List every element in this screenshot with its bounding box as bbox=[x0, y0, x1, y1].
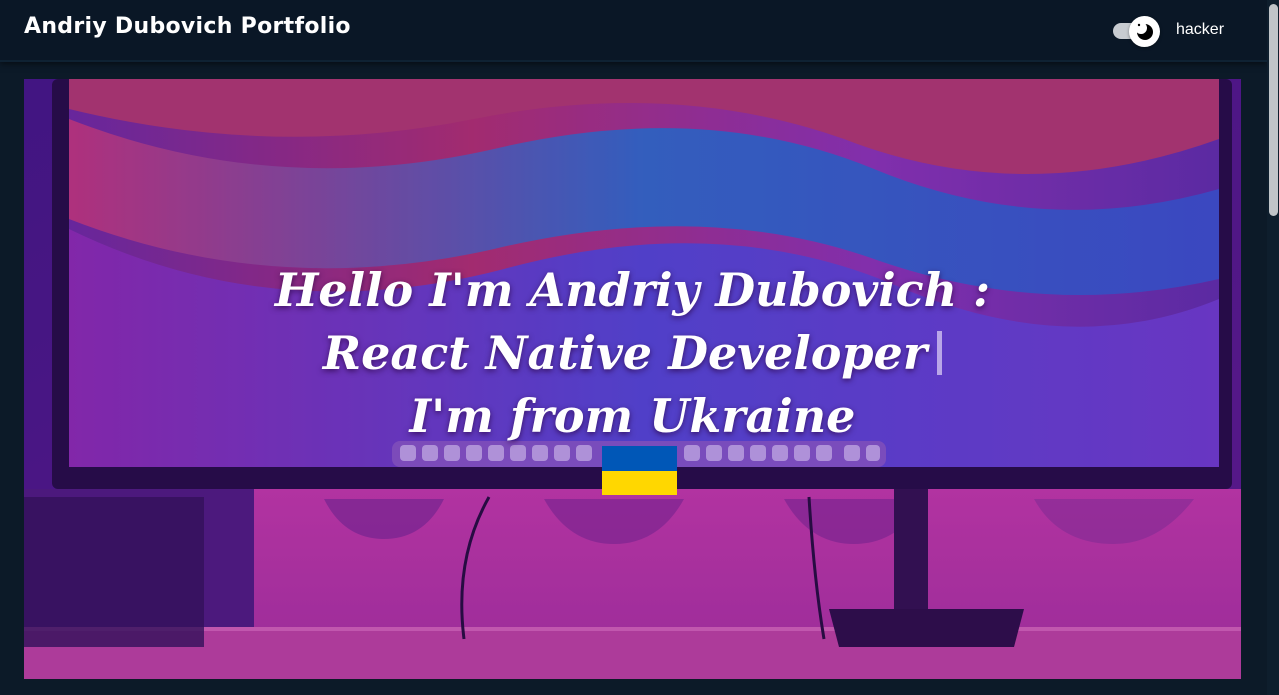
navbar: Andriy Dubovich Portfolio hacker bbox=[0, 0, 1267, 62]
theme-toggle[interactable] bbox=[1113, 15, 1161, 47]
scrollbar-thumb[interactable] bbox=[1269, 4, 1278, 216]
hero-headline: Hello I'm Andriy Dubovich : React Native… bbox=[24, 259, 1241, 448]
hero-role-line: React Native Developer bbox=[24, 322, 1241, 385]
typing-cursor bbox=[937, 331, 943, 375]
ukraine-flag-icon bbox=[602, 446, 677, 495]
flag-blue-stripe bbox=[602, 446, 677, 471]
site-title[interactable]: Andriy Dubovich Portfolio bbox=[24, 14, 351, 39]
toggle-knob bbox=[1129, 16, 1160, 47]
flag-yellow-stripe bbox=[602, 471, 677, 495]
page-scrollbar[interactable] bbox=[1267, 0, 1279, 695]
moon-icon bbox=[1135, 22, 1153, 40]
hero-role: React Native Developer bbox=[322, 326, 928, 380]
theme-mode-label: hacker bbox=[1176, 21, 1225, 38]
hero-banner: Hello I'm Andriy Dubovich : React Native… bbox=[24, 79, 1241, 679]
hero-origin: I'm from Ukraine bbox=[409, 389, 856, 443]
hero-greeting: Hello I'm Andriy Dubovich : bbox=[274, 263, 991, 317]
